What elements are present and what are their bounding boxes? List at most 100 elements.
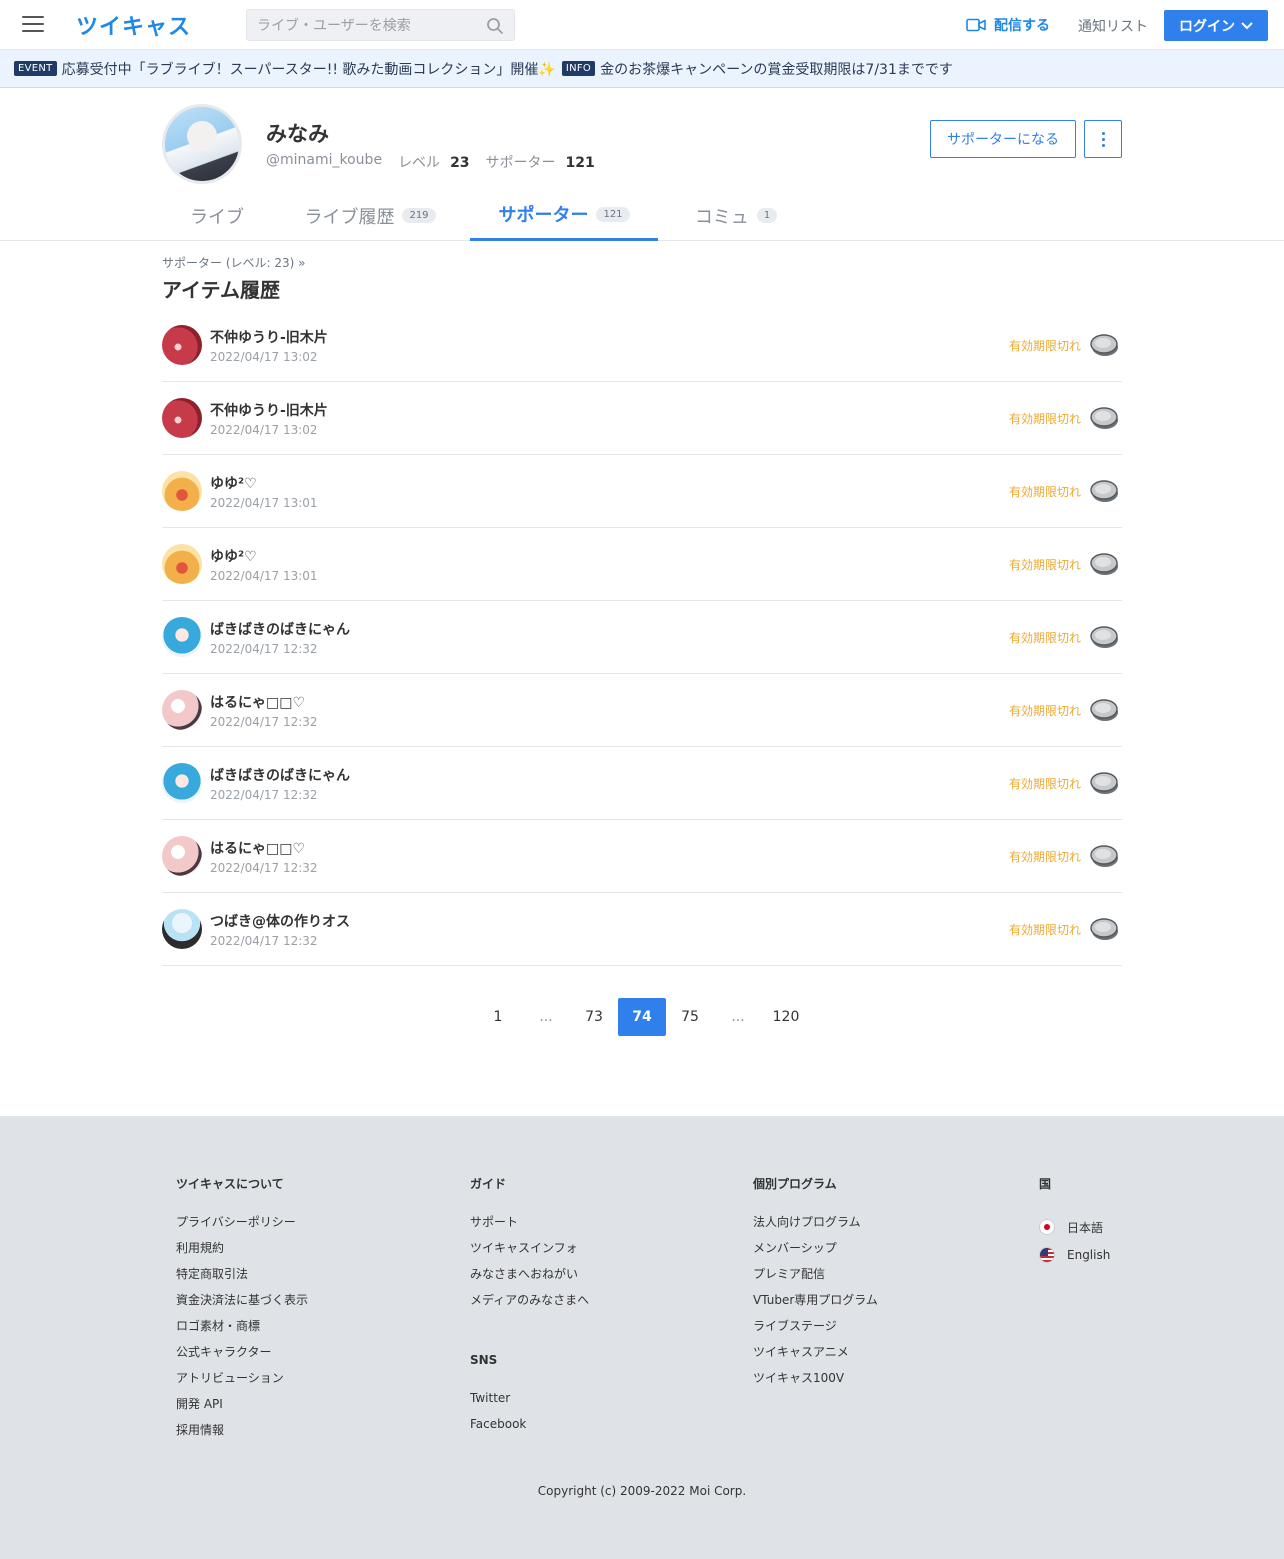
footer-link[interactable]: アトリビューション — [176, 1369, 308, 1395]
stream-button[interactable]: 配信する — [966, 15, 1050, 35]
page-link[interactable]: 73 — [570, 998, 618, 1036]
avatar[interactable] — [162, 544, 202, 584]
item-date: 2022/04/17 13:02 — [210, 423, 318, 437]
item-sender-name[interactable]: はるにゃ□□♡ — [210, 838, 305, 858]
avatar[interactable] — [162, 325, 202, 365]
item-sender-name[interactable]: はるにゃ□□♡ — [210, 692, 305, 712]
footer-link[interactable]: ライブステージ — [753, 1317, 878, 1343]
footer-link[interactable]: 資金決済法に基づく表示 — [176, 1291, 308, 1317]
list-item: 不仲ゆうり-旧木片 2022/04/17 13:02 有効期限切れ — [162, 309, 1122, 382]
footer-link[interactable]: 採用情報 — [176, 1421, 308, 1447]
login-button[interactable]: ログイン — [1164, 10, 1268, 41]
footer-heading: ツイキャスについて — [176, 1177, 284, 1191]
search-box — [246, 9, 515, 41]
page-link[interactable]: 75 — [666, 998, 714, 1036]
page-ellipsis: ... — [539, 1009, 553, 1025]
footer-heading: 国 — [1039, 1177, 1052, 1191]
avatar[interactable] — [162, 909, 202, 949]
footer-col-guide: ガイド サポート ツイキャスインフォ みなさまへおねがい メディアのみなさまへ SNS… — [470, 1175, 589, 1443]
copyright: Copyright (c) 2009-2022 Moi Corp. — [537, 1484, 747, 1498]
item-sender-name[interactable]: 不仲ゆうり-旧木片 — [210, 327, 328, 347]
item-sender-name[interactable]: ばきばきのばきにゃん — [210, 619, 350, 639]
search-icon[interactable] — [486, 17, 504, 35]
tab-community[interactable]: コミュ 1 — [676, 190, 796, 241]
footer-link[interactable]: サポート — [470, 1213, 589, 1239]
footer-link[interactable]: メンバーシップ — [753, 1239, 878, 1265]
profile-handle: @minami_koube — [266, 152, 383, 168]
item-sender-name[interactable]: ゆゆ²♡ — [210, 473, 257, 493]
page-title: アイテム履歴 — [162, 278, 280, 302]
coin-icon — [1090, 407, 1118, 429]
footer-link[interactable]: ロゴ素材・商標 — [176, 1317, 308, 1343]
list-item: ゆゆ²♡ 2022/04/17 13:01 有効期限切れ — [162, 528, 1122, 601]
status-badge: 有効期限切れ — [1008, 923, 1081, 937]
coin-icon — [1090, 772, 1118, 794]
tab-live-history[interactable]: ライブ履歴 219 — [290, 190, 450, 241]
profile-tabs: ライブ ライブ履歴 219 サポーター 121 コミュ 1 — [0, 190, 1284, 241]
lang-english[interactable]: English — [1039, 1241, 1110, 1269]
tab-count-badge: 219 — [402, 208, 436, 223]
list-item: はるにゃ□□♡ 2022/04/17 12:32 有効期限切れ — [162, 674, 1122, 747]
coin-icon — [1090, 699, 1118, 721]
page-link[interactable]: 120 — [762, 998, 810, 1036]
tab-live[interactable]: ライブ — [162, 190, 272, 241]
footer-heading: 個別プログラム — [753, 1177, 837, 1191]
footer-link[interactable]: ツイキャスアニメ — [753, 1343, 878, 1369]
status-badge: 有効期限切れ — [1008, 558, 1081, 572]
list-item: はるにゃ□□♡ 2022/04/17 12:32 有効期限切れ — [162, 820, 1122, 893]
footer-link[interactable]: VTuber専用プログラム — [753, 1291, 878, 1317]
avatar[interactable] — [162, 690, 202, 730]
coin-icon — [1090, 845, 1118, 867]
page-current[interactable]: 74 — [618, 998, 666, 1036]
avatar[interactable] — [162, 763, 202, 803]
more-options-button[interactable] — [1084, 120, 1122, 158]
list-item: 不仲ゆうり-旧木片 2022/04/17 13:02 有効期限切れ — [162, 382, 1122, 455]
footer-link[interactable]: 特定商取引法 — [176, 1265, 308, 1291]
item-sender-name[interactable]: 不仲ゆうり-旧木片 — [210, 400, 328, 420]
profile-avatar[interactable] — [162, 104, 242, 184]
footer-link[interactable]: ツイキャス100V — [753, 1369, 878, 1395]
coin-icon — [1090, 334, 1118, 356]
footer-link[interactable]: みなさまへおねがい — [470, 1265, 589, 1291]
footer: ツイキャスについて プライバシーポリシー 利用規約 特定商取引法 資金決済法に基づく表… — [0, 1116, 1284, 1559]
footer-link[interactable]: プライバシーポリシー — [176, 1213, 308, 1239]
status-badge: 有効期限切れ — [1008, 485, 1081, 499]
footer-link[interactable]: 公式キャラクター — [176, 1343, 308, 1369]
footer-link[interactable]: プレミア配信 — [753, 1265, 878, 1291]
notification-list-link[interactable]: 通知リスト — [1078, 16, 1148, 36]
footer-link[interactable]: 開発 API — [176, 1395, 308, 1421]
footer-link[interactable]: ツイキャスインフォ — [470, 1239, 589, 1265]
menu-icon[interactable] — [22, 16, 44, 34]
avatar[interactable] — [162, 617, 202, 657]
item-date: 2022/04/17 13:02 — [210, 350, 318, 364]
item-sender-name[interactable]: ゆゆ²♡ — [210, 546, 257, 566]
coin-icon — [1090, 626, 1118, 648]
item-date: 2022/04/17 12:32 — [210, 861, 318, 875]
breadcrumb[interactable]: サポーター (レベル: 23) » — [162, 254, 305, 271]
footer-col-about: ツイキャスについて プライバシーポリシー 利用規約 特定商取引法 資金決済法に基づく表… — [176, 1175, 308, 1447]
footer-link[interactable]: Twitter — [470, 1391, 589, 1417]
footer-heading: ガイド — [470, 1177, 507, 1191]
footer-link[interactable]: 利用規約 — [176, 1239, 308, 1265]
become-supporter-button[interactable]: サポーターになる — [930, 120, 1076, 158]
footer-link[interactable]: Facebook — [470, 1417, 589, 1443]
avatar[interactable] — [162, 471, 202, 511]
search-input[interactable] — [257, 15, 477, 37]
footer-link[interactable]: メディアのみなさまへ — [470, 1291, 589, 1317]
item-sender-name[interactable]: つばき@体の作りオス — [210, 911, 350, 931]
event-announcement[interactable]: 応募受付中「ラブライブ！スーパースター!! 歌みた動画コレクション」開催✨ — [62, 59, 556, 79]
footer-link[interactable]: 法人向けプログラム — [753, 1213, 878, 1239]
avatar[interactable] — [162, 398, 202, 438]
coin-icon — [1090, 918, 1118, 940]
page-link[interactable]: 1 — [474, 998, 522, 1036]
item-sender-name[interactable]: ばきばきのばきにゃん — [210, 765, 350, 785]
info-announcement[interactable]: 金のお茶爆キャンペーンの賞金受取期限は7/31までです — [600, 59, 953, 79]
status-badge: 有効期限切れ — [1008, 412, 1081, 426]
status-badge: 有効期限切れ — [1008, 704, 1081, 718]
lang-japanese[interactable]: 日本語 — [1039, 1213, 1110, 1241]
status-badge: 有効期限切れ — [1008, 850, 1081, 864]
tab-supporters[interactable]: サポーター 121 — [470, 190, 658, 241]
site-logo[interactable]: ツイキャス — [76, 9, 191, 41]
item-date: 2022/04/17 12:32 — [210, 642, 318, 656]
avatar[interactable] — [162, 836, 202, 876]
